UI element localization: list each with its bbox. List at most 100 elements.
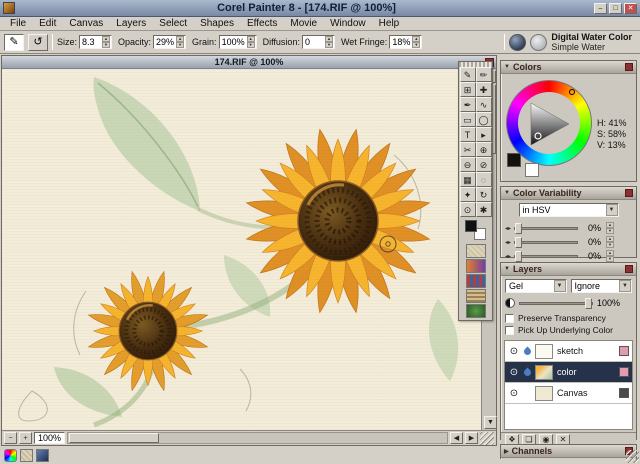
- menu-item[interactable]: Shapes: [194, 18, 240, 29]
- property-input[interactable]: 100% ▲ ▼: [218, 35, 257, 49]
- slider-handle[interactable]: [515, 250, 523, 262]
- dropper-tool[interactable]: ✏: [475, 67, 492, 82]
- layer-row[interactable]: ⊙ sketch: [505, 341, 632, 362]
- variability-slider[interactable]: [514, 236, 579, 248]
- color-variability-header[interactable]: ▼ Color Variability: [501, 187, 636, 200]
- pattern-selector[interactable]: [465, 274, 486, 288]
- property-input[interactable]: 8.3 ▲ ▼: [79, 35, 113, 49]
- zoom-in-icon[interactable]: +: [19, 432, 32, 444]
- menu-item[interactable]: Effects: [241, 18, 283, 29]
- composite-depth-dropdown[interactable]: Ignore ▼: [570, 279, 632, 293]
- brush-tool-indicator-icon[interactable]: ✎: [4, 33, 24, 51]
- layer-row[interactable]: ⊙ color: [505, 362, 632, 383]
- magnifier-tool[interactable]: ⊙: [459, 202, 476, 217]
- layers-panel-header[interactable]: ▼ Layers: [501, 263, 636, 276]
- slider-handle[interactable]: [585, 297, 592, 309]
- slider-spinner[interactable]: ▲ ▼: [606, 236, 615, 248]
- zoom-level[interactable]: 100%: [34, 432, 66, 444]
- brush-variant[interactable]: Simple Water: [551, 42, 632, 52]
- layer-name[interactable]: sketch: [557, 346, 615, 356]
- spinner[interactable]: ▲ ▼: [246, 36, 255, 48]
- lasso-tool[interactable]: ◌: [475, 172, 492, 187]
- toolbox-color-swatches[interactable]: [463, 219, 488, 241]
- menu-item[interactable]: Window: [324, 18, 372, 29]
- primary-color-swatch[interactable]: [465, 220, 477, 232]
- crop-tool[interactable]: ⊞: [459, 82, 476, 97]
- panel-close-icon[interactable]: [625, 63, 633, 71]
- scroll-right-icon[interactable]: ▶: [465, 432, 478, 444]
- layer-name[interactable]: color: [557, 367, 615, 377]
- canvas-area[interactable]: [2, 69, 482, 430]
- spinner[interactable]: ▲ ▼: [176, 36, 185, 48]
- grabber-tool[interactable]: ✱: [475, 202, 492, 217]
- brushes-palette-shortcut-icon[interactable]: [36, 449, 49, 462]
- panel-close-icon[interactable]: [625, 265, 633, 273]
- menu-item[interactable]: Movie: [284, 18, 323, 29]
- rect-selection-tool[interactable]: ▦: [459, 172, 476, 187]
- document-titlebar[interactable]: 174.RIF @ 100%: [2, 56, 496, 69]
- slider-spinner[interactable]: ▲ ▼: [606, 222, 615, 234]
- menu-item[interactable]: Canvas: [63, 18, 109, 29]
- slider-handle[interactable]: [515, 222, 523, 234]
- scroll-left-icon[interactable]: ◀: [450, 432, 463, 444]
- checkbox[interactable]: [505, 325, 514, 335]
- checkbox[interactable]: [505, 313, 514, 323]
- chevron-down-icon[interactable]: ▼: [619, 280, 631, 292]
- panel-close-icon[interactable]: [625, 189, 633, 197]
- variability-slider[interactable]: [514, 250, 579, 262]
- variability-slider[interactable]: [514, 222, 579, 234]
- horizontal-scroll-thumb[interactable]: [69, 433, 160, 443]
- menu-item[interactable]: Help: [373, 18, 406, 29]
- spinner[interactable]: ▲ ▼: [412, 36, 421, 48]
- scissors-tool[interactable]: ✂: [459, 142, 476, 157]
- quick-curve-tool[interactable]: ∿: [475, 97, 492, 112]
- nozzle-selector[interactable]: [465, 304, 486, 318]
- visibility-eye-icon[interactable]: ⊙: [508, 367, 520, 378]
- rotate-page-tool[interactable]: ↻: [475, 187, 492, 202]
- brush-category[interactable]: Digital Water Color: [551, 32, 632, 42]
- colors-palette-shortcut-icon[interactable]: [4, 449, 17, 462]
- variability-mode-dropdown[interactable]: in HSV ▼: [518, 203, 619, 217]
- menu-item[interactable]: Edit: [33, 18, 62, 29]
- collapse-triangle-icon[interactable]: ▼: [504, 190, 510, 196]
- secondary-color-swatch[interactable]: [525, 163, 539, 177]
- composite-method-dropdown[interactable]: Gel ▼: [505, 279, 567, 293]
- scroll-down-icon[interactable]: ▼: [484, 416, 497, 429]
- shape-selection-tool[interactable]: ▸: [475, 127, 492, 142]
- remove-point-tool[interactable]: ⊖: [459, 157, 476, 172]
- visibility-eye-icon[interactable]: ⊙: [508, 346, 520, 357]
- brush-dab-preview[interactable]: [509, 33, 527, 51]
- window-resize-grip-icon[interactable]: [626, 450, 639, 463]
- channels-panel-header[interactable]: ▶ Channels: [501, 445, 636, 458]
- toolbox-palette[interactable]: ✎ ✏ ⊞ ✚ ✒ ∿ ▭ ◯ T ▸ ✂ ⊕ ⊖ ⊘ ▦ ◌ ✦ ↻ ⊙ ✱: [458, 61, 493, 321]
- rect-shape-tool[interactable]: ▭: [459, 112, 476, 127]
- chevron-down-icon[interactable]: ▼: [553, 280, 566, 292]
- add-point-tool[interactable]: ⊕: [475, 142, 492, 157]
- oval-shape-tool[interactable]: ◯: [475, 112, 492, 127]
- colors-panel-header[interactable]: ▼ Colors: [501, 61, 636, 74]
- menu-item[interactable]: Layers: [110, 18, 152, 29]
- zoom-out-icon[interactable]: −: [4, 432, 17, 444]
- layer-row[interactable]: ⊙ Canvas: [505, 383, 632, 404]
- property-input[interactable]: 29% ▲ ▼: [153, 35, 187, 49]
- minimize-button[interactable]: ‒: [594, 2, 607, 14]
- canvas-artwork[interactable]: [2, 69, 482, 430]
- slider-handle[interactable]: [515, 236, 523, 248]
- magic-wand-tool[interactable]: ✦: [459, 187, 476, 202]
- spinner[interactable]: ▲ ▼: [324, 36, 333, 48]
- close-button[interactable]: ✕: [624, 2, 637, 14]
- pen-tool[interactable]: ✒: [459, 97, 476, 112]
- gradient-selector[interactable]: [465, 259, 486, 273]
- maximize-button[interactable]: □: [609, 2, 622, 14]
- collapse-triangle-icon[interactable]: ▼: [504, 64, 510, 70]
- collapse-triangle-icon[interactable]: ▶: [504, 448, 509, 455]
- property-input[interactable]: 0 ▲ ▼: [301, 35, 335, 49]
- property-input[interactable]: 18% ▲ ▼: [389, 35, 423, 49]
- layer-adjuster-tool[interactable]: ✚: [475, 82, 492, 97]
- tracker-icon[interactable]: ↺: [28, 33, 48, 51]
- weave-selector[interactable]: [465, 289, 486, 303]
- visibility-eye-icon[interactable]: ⊙: [508, 388, 520, 399]
- brush-tool[interactable]: ✎: [459, 67, 476, 82]
- spinner[interactable]: ▲ ▼: [102, 36, 111, 48]
- layer-opacity-slider[interactable]: [519, 297, 593, 309]
